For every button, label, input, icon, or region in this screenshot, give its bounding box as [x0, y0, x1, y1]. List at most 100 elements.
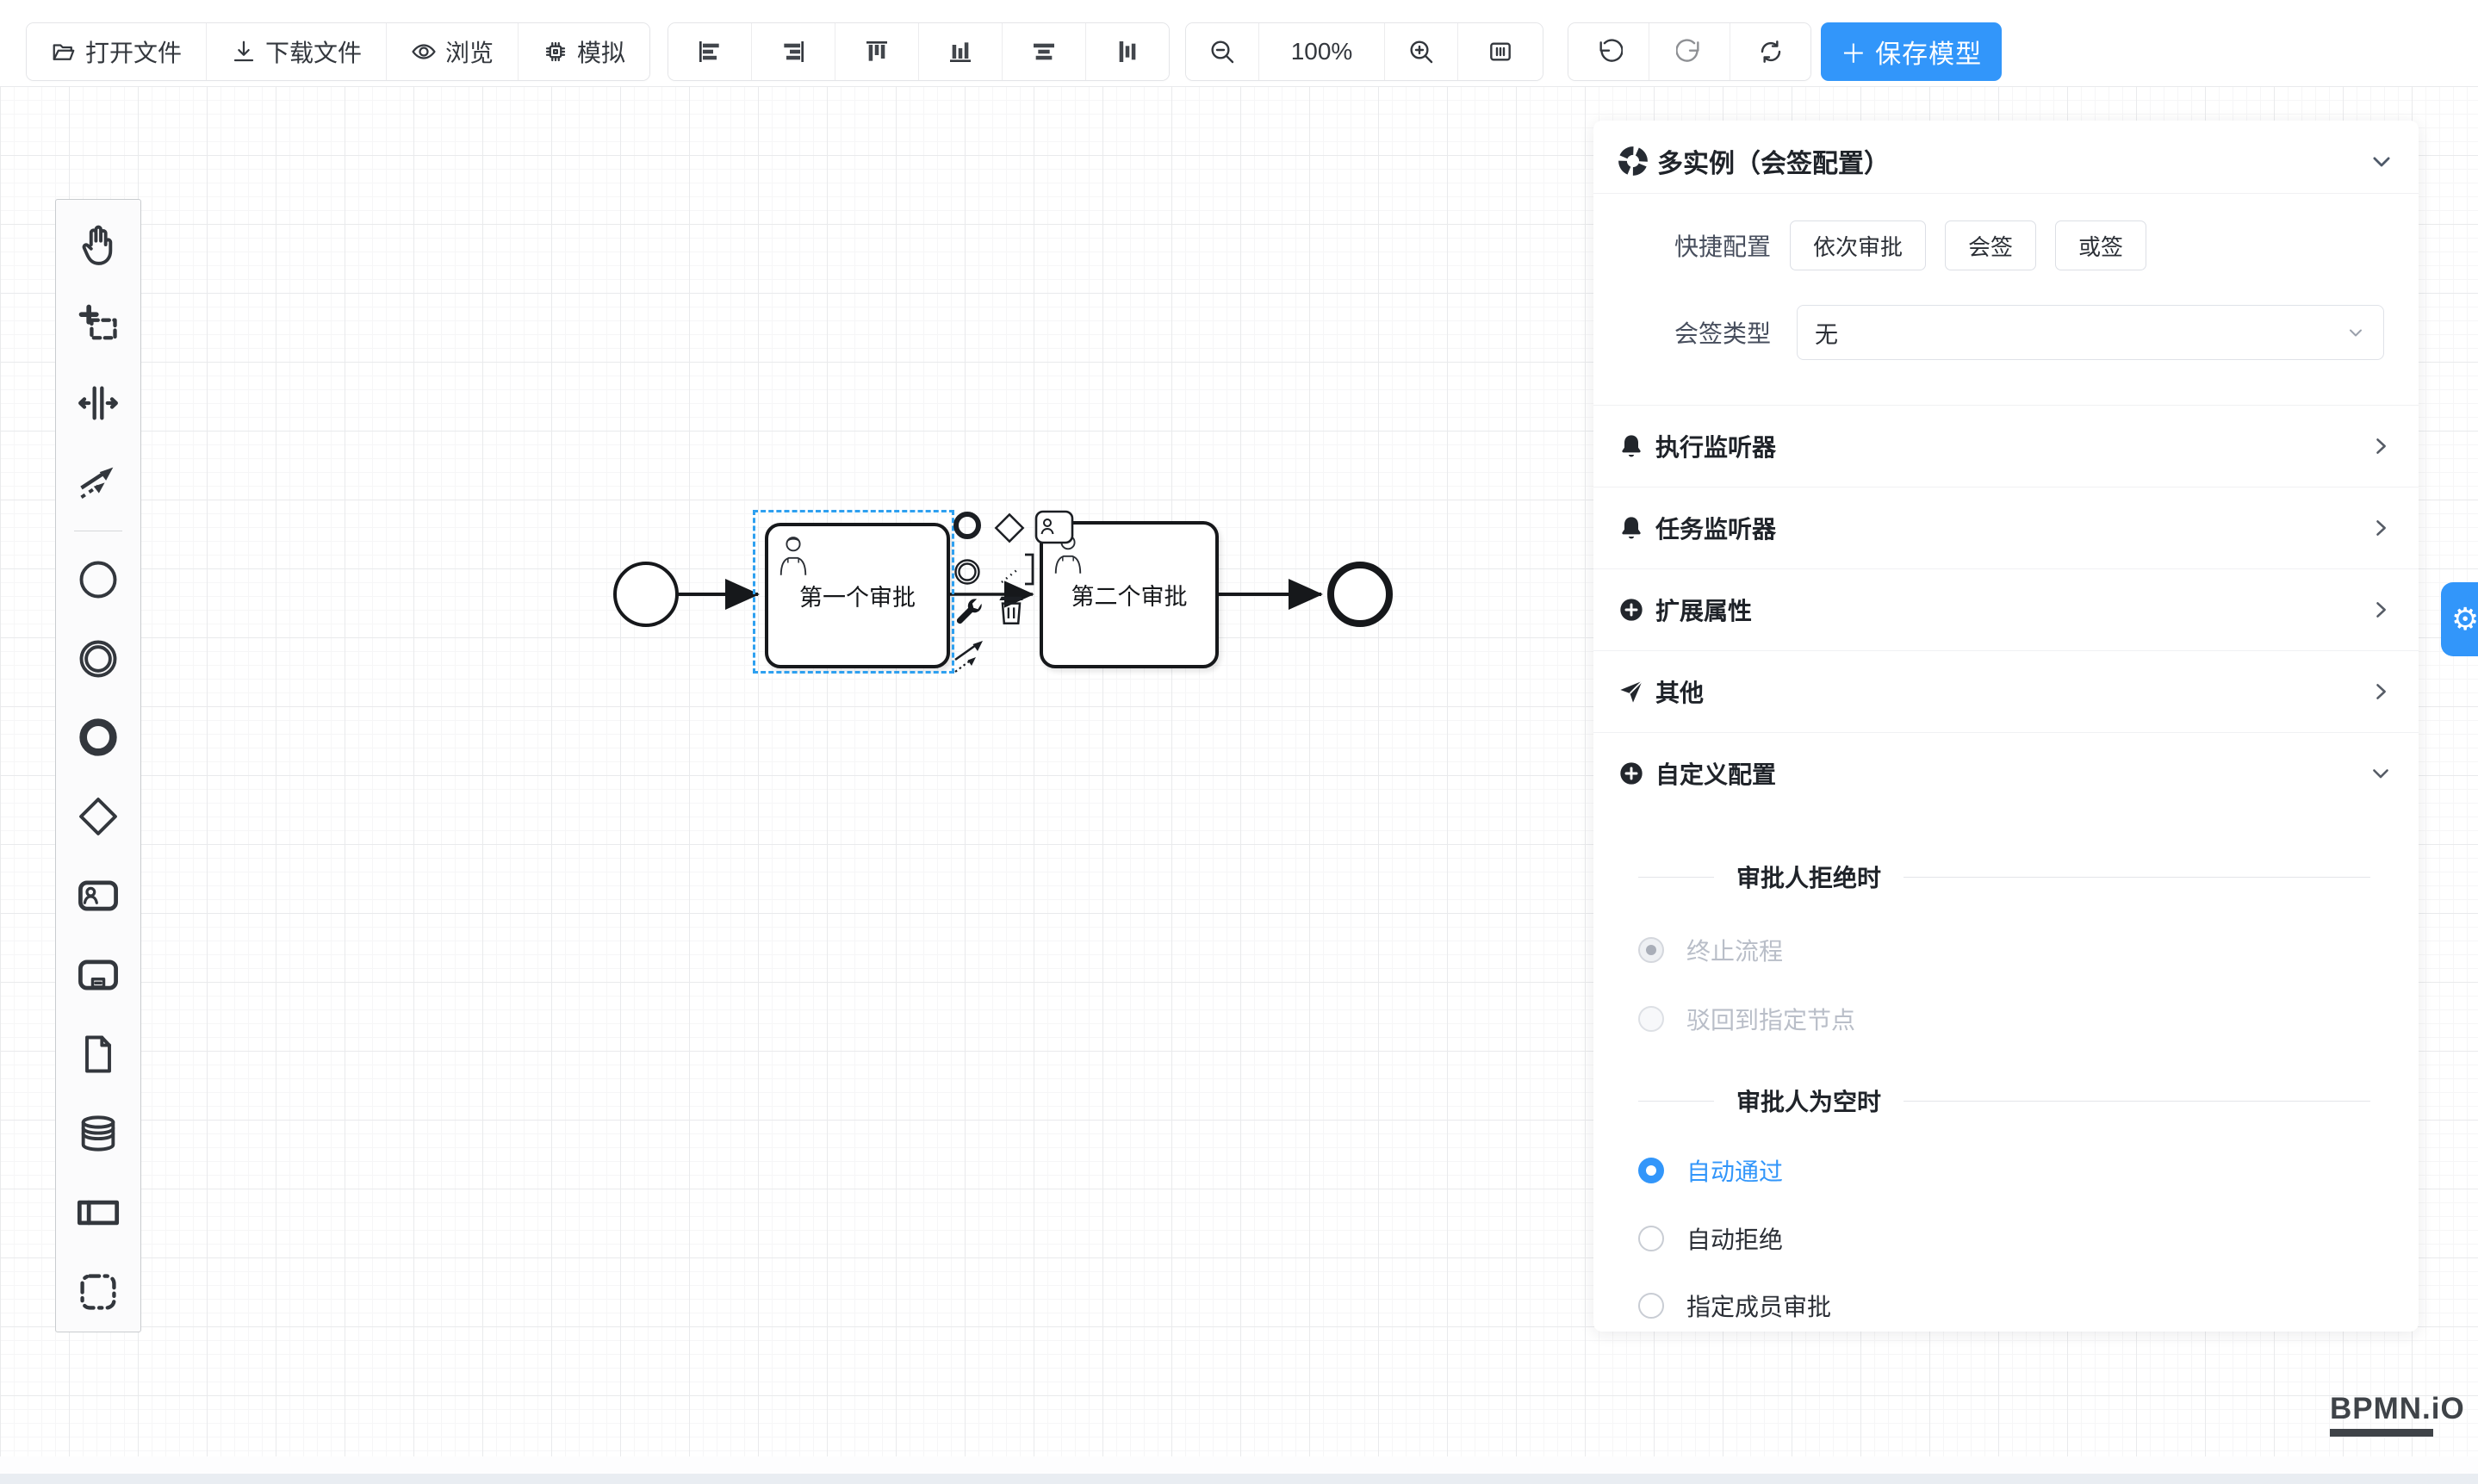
section-label: 自定义配置 — [1655, 756, 1776, 791]
hand-tool[interactable] — [59, 205, 138, 284]
quick-option-orsign-button[interactable]: 或签 — [2055, 220, 2146, 270]
panel-divider — [1593, 193, 2419, 194]
section-other[interactable]: 其他 — [1593, 651, 2419, 733]
append-gateway-button[interactable] — [993, 512, 1026, 549]
append-user-task-button[interactable] — [1034, 510, 1074, 549]
panel-toggle-tab[interactable]: ⚙ — [2441, 582, 2478, 656]
save-model-button[interactable]: ＋ 保存模型 — [1821, 22, 2002, 81]
start-event-shape[interactable] — [615, 563, 677, 625]
align-right-button[interactable] — [752, 23, 835, 80]
quick-config-row: 快捷配置 依次审批 会签 或签 — [1618, 220, 2394, 270]
lasso-icon — [76, 301, 121, 346]
undo-button[interactable] — [1568, 23, 1649, 80]
align-bottom-button[interactable] — [919, 23, 1003, 80]
space-tool[interactable] — [59, 363, 138, 443]
quick-config-label: 快捷配置 — [1618, 228, 1771, 263]
create-user-task[interactable] — [59, 856, 138, 935]
start-event-icon — [76, 557, 121, 602]
radio-auto-reject[interactable]: 自动拒绝 — [1638, 1217, 2384, 1260]
append-end-event-button[interactable] — [952, 510, 983, 545]
radio-auto-pass[interactable]: 自动通过 — [1638, 1149, 2384, 1192]
file-button-group: 打开文件 下载文件 浏览 模拟 — [26, 22, 650, 81]
end-event-shape[interactable] — [1331, 565, 1389, 624]
participant-icon — [76, 1190, 121, 1235]
chevron-down-icon[interactable] — [2369, 148, 2394, 174]
page-bottom-strip — [0, 1474, 2478, 1484]
create-subprocess[interactable] — [59, 935, 138, 1015]
save-model-label: ＋ 保存模型 — [1841, 33, 1982, 71]
radio-label: 终止流程 — [1686, 933, 1783, 967]
chevron-down-icon — [2369, 761, 2393, 785]
download-icon — [231, 39, 257, 65]
global-connect-tool[interactable] — [59, 443, 138, 522]
user-icon — [777, 533, 810, 578]
panel-header[interactable]: 多实例（会签配置） — [1618, 136, 2394, 186]
align-center-icon — [1030, 38, 1058, 65]
quick-option-sequential-button[interactable]: 依次审批 — [1790, 220, 1926, 270]
zoom-in-button[interactable] — [1385, 23, 1458, 80]
reject-section-title: 审批人拒绝时 — [1736, 860, 1881, 894]
bell-icon — [1618, 514, 1645, 542]
radio-terminate-process[interactable]: 终止流程 — [1638, 928, 2384, 972]
delete-button[interactable] — [997, 593, 1026, 631]
reset-button[interactable] — [1730, 23, 1810, 80]
align-left-button[interactable] — [668, 23, 752, 80]
connect-button[interactable] — [952, 634, 993, 680]
create-data-store[interactable] — [59, 1094, 138, 1173]
radio-button[interactable] — [1638, 1226, 1664, 1251]
section-execution-listener[interactable]: 执行监听器 — [1593, 406, 2419, 487]
reject-section-header: 审批人拒绝时 — [1638, 851, 2370, 903]
wrench-icon — [952, 594, 986, 629]
panel-accordion: 执行监听器 任务监听器 扩展属性 其他 自定义配置 — [1593, 405, 2419, 814]
radio-button[interactable] — [1638, 937, 1664, 963]
create-start-event[interactable] — [59, 540, 138, 619]
change-type-button[interactable] — [952, 594, 986, 633]
align-center-button[interactable] — [1003, 23, 1086, 80]
radio-return-to-node[interactable]: 驳回到指定节点 — [1638, 997, 2384, 1040]
create-gateway[interactable] — [59, 777, 138, 856]
create-participant[interactable] — [59, 1173, 138, 1252]
radio-label: 自动拒绝 — [1686, 1221, 1783, 1256]
create-group[interactable] — [59, 1252, 138, 1332]
radio-label: 指定成员审批 — [1686, 1288, 1831, 1323]
create-intermediate-event[interactable] — [59, 619, 138, 699]
preview-button[interactable]: 浏览 — [387, 23, 519, 80]
zoom-button-group: 100% — [1185, 22, 1543, 81]
align-left-icon — [696, 38, 724, 65]
open-file-button[interactable]: 打开文件 — [27, 23, 207, 80]
radio-button[interactable] — [1638, 1158, 1664, 1183]
radio-assign-member[interactable]: 指定成员审批 — [1638, 1284, 2384, 1327]
divider-line — [1904, 1101, 2370, 1102]
quick-option-countersign-button[interactable]: 会签 — [1945, 220, 2036, 270]
gear-icon: ⚙ — [2451, 601, 2478, 637]
history-button-group — [1568, 22, 1811, 81]
fit-viewport-button[interactable] — [1458, 23, 1543, 80]
chevron-right-icon — [2369, 598, 2393, 622]
create-end-event[interactable] — [59, 699, 138, 778]
zoom-level[interactable]: 100% — [1259, 23, 1385, 80]
zoom-out-button[interactable] — [1186, 23, 1259, 80]
redo-button[interactable] — [1649, 23, 1730, 80]
space-tool-icon — [76, 381, 121, 425]
align-middle-button[interactable] — [1086, 23, 1169, 80]
radio-button[interactable] — [1638, 1293, 1664, 1319]
sign-type-select[interactable]: 无 — [1797, 305, 2384, 360]
bpmn-io-logo-underline — [2330, 1429, 2433, 1437]
section-extended-properties[interactable]: 扩展属性 — [1593, 569, 2419, 651]
zoom-in-icon — [1407, 38, 1435, 65]
preview-label: 浏览 — [445, 34, 494, 69]
simulate-button[interactable]: 模拟 — [519, 23, 649, 80]
download-file-button[interactable]: 下载文件 — [207, 23, 387, 80]
section-custom-config[interactable]: 自定义配置 — [1593, 733, 2419, 814]
create-data-object[interactable] — [59, 1015, 138, 1094]
align-top-button[interactable] — [835, 23, 919, 80]
text-annotation-button[interactable] — [1000, 551, 1040, 593]
task-label: 第一个审批 — [799, 579, 916, 612]
multi-instance-icon — [1618, 146, 1649, 177]
radio-button[interactable] — [1638, 1006, 1664, 1032]
append-intermediate-event-button[interactable] — [952, 556, 983, 592]
lasso-tool[interactable] — [59, 284, 138, 363]
section-task-listener[interactable]: 任务监听器 — [1593, 487, 2419, 569]
data-store-icon — [76, 1111, 121, 1156]
task-first-approval[interactable]: 第一个审批 — [765, 523, 950, 668]
